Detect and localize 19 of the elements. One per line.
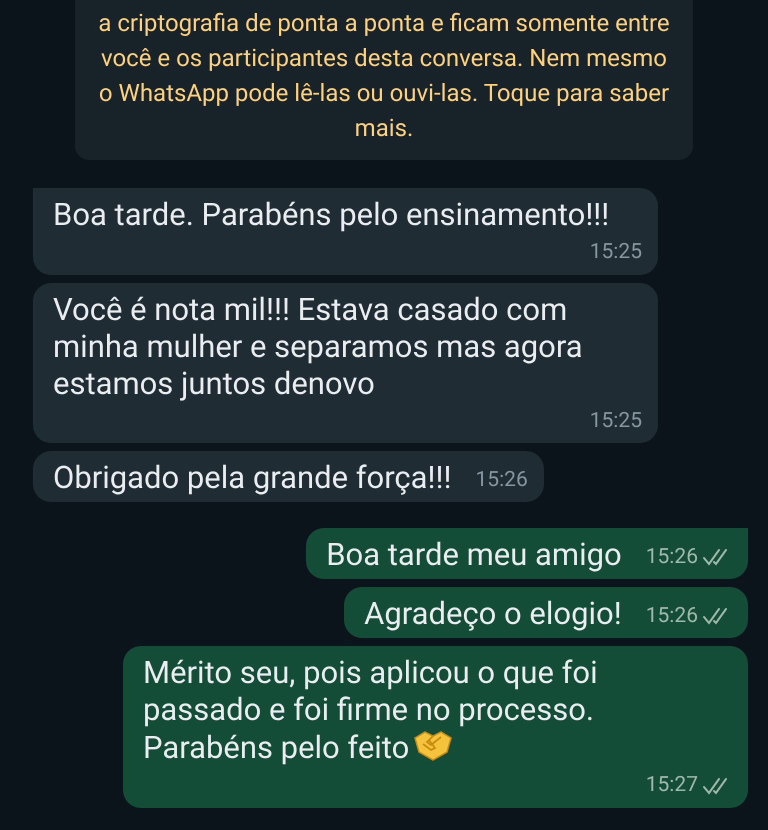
message-time: 15:26 — [475, 466, 528, 494]
outgoing-message-bubble[interactable]: Boa tarde meu amigo 15:26 — [306, 528, 748, 579]
message-time: 15:26 — [646, 602, 698, 630]
encryption-notice[interactable]: a criptografia de ponta a ponta e ficam somente entre você e os participantes desta conversa. Nem mesmo o WhatsApp pode lê-las ou ouvi-las. Toque para saber mais. — [75, 0, 693, 160]
message-time: 15:27 — [646, 772, 698, 799]
message-text: Boa tarde meu amigo — [326, 536, 622, 573]
message-time: 15:26 — [646, 544, 698, 570]
message-time: 15:25 — [590, 239, 642, 266]
incoming-message-bubble[interactable]: Boa tarde. Parabéns pelo ensinamento!!! 15:25 — [33, 188, 658, 274]
incoming-message-bubble[interactable]: Você é nota mil!!! Estava casado com minha mulher e separamos mas agora estamos juntos denovo 15:25 — [33, 282, 658, 443]
message-text: Você é nota mil!!! Estava casado com minha mulher e separamos mas agora estamos juntos denovo — [53, 290, 583, 402]
incoming-message-bubble[interactable]: Obrigado pela grande força!!! 15:26 — [33, 451, 544, 502]
outgoing-message-bubble[interactable]: Mérito seu, pois aplicou o que foi passado e foi firme no processo. Parabéns pelo feito 15:27 — [123, 646, 748, 808]
message-text: Obrigado pela grande força!!! — [53, 459, 452, 496]
message-text: Mérito seu, pois aplicou o que foi passado e foi firme no processo. Parabéns pelo feito — [143, 654, 598, 766]
message-text: Agradeço o elogio! — [364, 595, 622, 632]
outgoing-message-bubble[interactable]: Agradeço o elogio! 15:26 — [344, 587, 748, 638]
message-time: 15:25 — [590, 408, 642, 434]
message-text: Boa tarde. Parabéns pelo ensinamento!!! — [53, 196, 610, 233]
